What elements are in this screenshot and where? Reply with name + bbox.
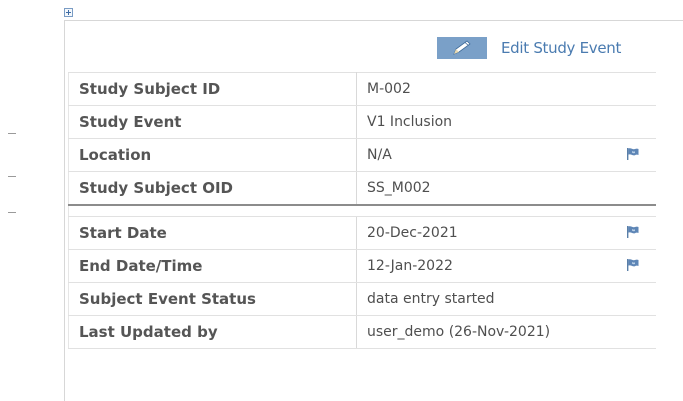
row-label: Last Updated by: [68, 315, 357, 349]
row-label: End Date/Time: [68, 249, 357, 283]
flag-icon[interactable]: [626, 225, 640, 239]
table-row: Study Subject OID SS_M002: [68, 171, 656, 206]
edit-study-event-label: Edit Study Event: [501, 39, 622, 57]
dash-marker: [8, 212, 16, 213]
row-value: data entry started: [356, 282, 656, 316]
table-row: Last Updated by user_demo (26-Nov-2021): [68, 315, 656, 349]
study-event-table: Study Subject ID M-002 Study Event V1 In…: [68, 72, 656, 349]
row-label: Location: [68, 138, 357, 172]
row-value: SS_M002: [356, 171, 656, 206]
row-value: user_demo (26-Nov-2021): [356, 315, 656, 349]
section-spacer: [68, 204, 656, 217]
expand-icon[interactable]: [64, 8, 73, 17]
row-value: 12-Jan-2022: [367, 258, 453, 274]
row-label: Start Date: [68, 216, 357, 250]
divider: [64, 20, 65, 401]
table-row: Subject Event Status data entry started: [68, 282, 656, 316]
row-value-cell: 12-Jan-2022: [356, 249, 656, 283]
table-row: Study Subject ID M-002: [68, 72, 656, 106]
flag-icon[interactable]: [626, 258, 640, 272]
pencil-icon: [437, 37, 487, 59]
row-value: V1 Inclusion: [356, 105, 656, 139]
divider: [64, 20, 683, 21]
row-value: M-002: [356, 72, 656, 106]
row-value: 20-Dec-2021: [367, 225, 458, 241]
row-label: Study Event: [68, 105, 357, 139]
table-row: Location N/A: [68, 138, 656, 172]
row-label: Subject Event Status: [68, 282, 357, 316]
row-value-cell: 20-Dec-2021: [356, 216, 656, 250]
table-row: End Date/Time 12-Jan-2022: [68, 249, 656, 283]
table-row: Study Event V1 Inclusion: [68, 105, 656, 139]
edit-study-event-link[interactable]: Edit Study Event: [437, 37, 621, 59]
row-label: Study Subject OID: [68, 171, 357, 206]
table-row: Start Date 20-Dec-2021: [68, 216, 656, 250]
dash-marker: [8, 133, 16, 134]
row-label: Study Subject ID: [68, 72, 357, 106]
dash-marker: [8, 176, 16, 177]
study-event-panel: Edit Study Event Study Subject ID M-002 …: [0, 0, 683, 401]
row-value-cell: N/A: [356, 138, 656, 172]
flag-icon[interactable]: [626, 147, 640, 161]
row-value: N/A: [367, 147, 392, 163]
